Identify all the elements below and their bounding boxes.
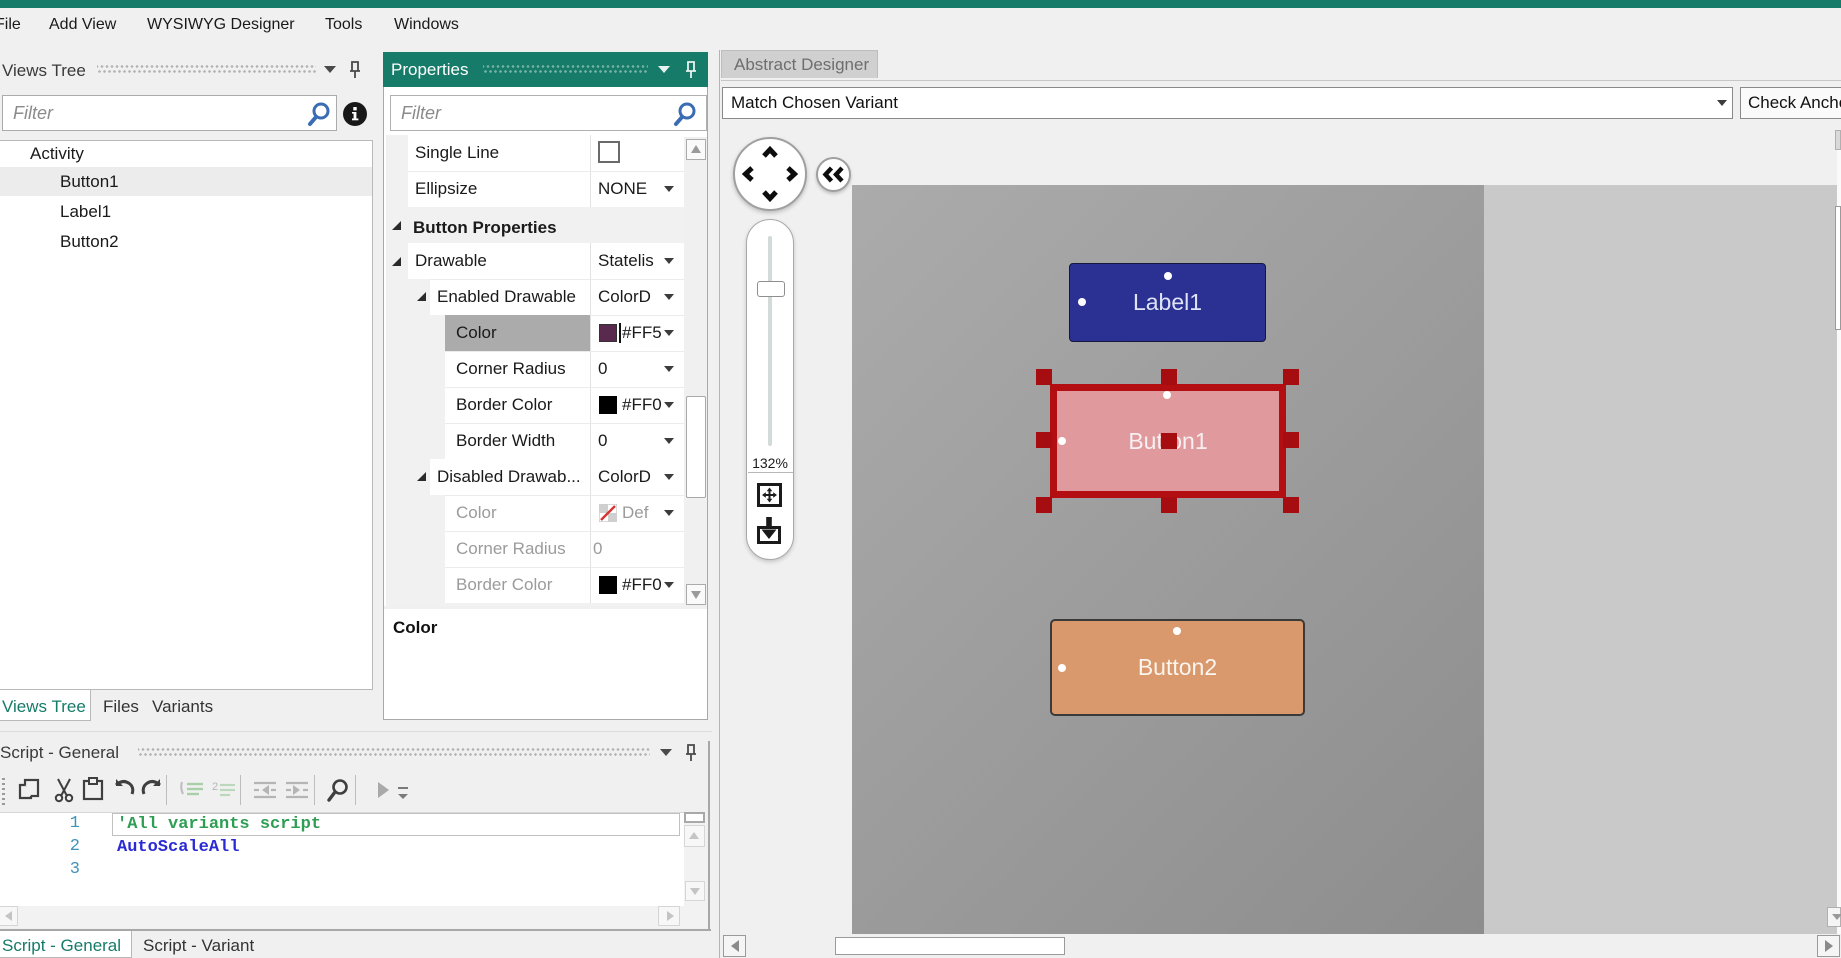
svg-text:2: 2 — [212, 781, 218, 793]
